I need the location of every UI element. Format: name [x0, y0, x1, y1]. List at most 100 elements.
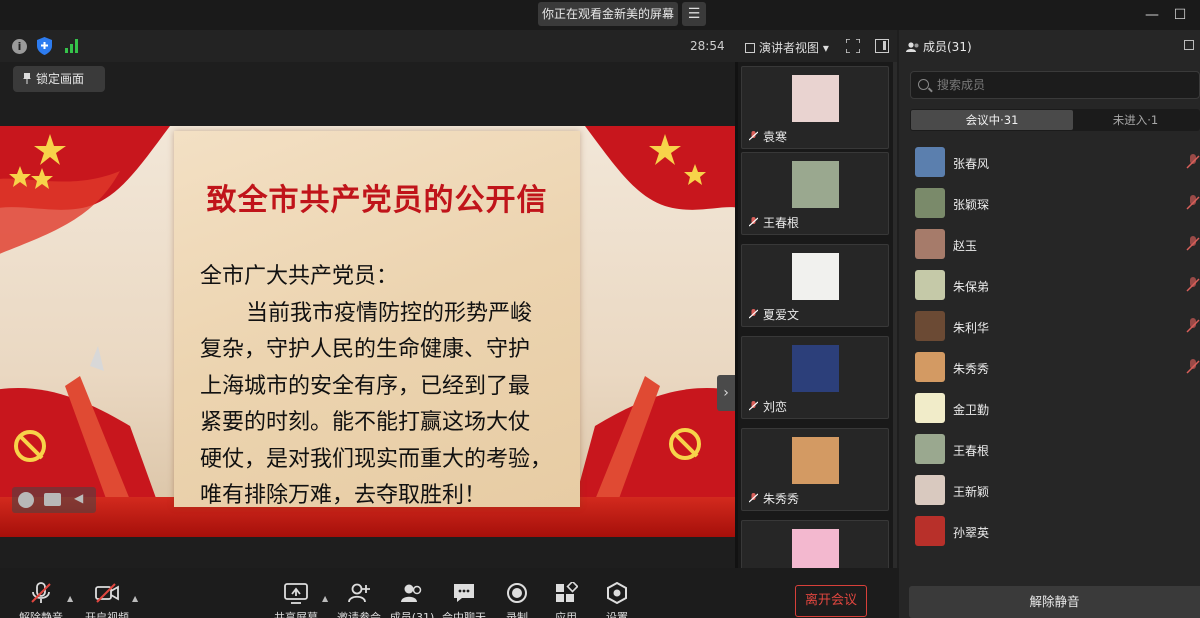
presenter-bar: 演讲者视图 ▾ [735, 30, 897, 62]
mic-muted-icon[interactable] [1186, 359, 1200, 375]
mic-muted-icon[interactable] [1186, 154, 1200, 170]
video-column: 袁寒 王春根 夏爱文 刘恋 朱秀秀 [738, 62, 897, 568]
tab-not-joined[interactable]: 未进入·1 [1073, 110, 1198, 130]
participant-name: 朱秀秀 [763, 492, 800, 506]
members-panel: 成员(31) 会议中·31 未进入·1 张春风 张颖琛 赵玉 朱保弟 朱利华 朱… [899, 30, 1200, 618]
reaction-overlay: ◀ [12, 487, 96, 513]
mic-muted-icon [749, 131, 758, 141]
list-item[interactable]: 张春风 [899, 142, 1200, 183]
video-tile[interactable]: 刘恋 [741, 336, 889, 419]
chat-button[interactable]: 会中聊天 [441, 582, 487, 618]
share-screen-button[interactable]: 共享屏幕 [273, 582, 319, 618]
member-search[interactable] [910, 71, 1200, 99]
members-button[interactable]: 成员(31) [389, 582, 435, 618]
avatar [915, 147, 945, 177]
pin-icon [23, 73, 31, 84]
share-menu-icon[interactable]: ☰ [682, 2, 706, 26]
tab-in-meeting[interactable]: 会议中·31 [911, 110, 1073, 130]
unmute-all-button[interactable]: 解除静音 [909, 586, 1200, 618]
settings-button[interactable]: 设置 [594, 582, 640, 618]
panel-title: 成员(31) [923, 40, 972, 54]
video-options-icon[interactable]: ▲ [132, 594, 138, 603]
avatar [915, 475, 945, 505]
share-options-icon[interactable]: ▲ [322, 594, 328, 603]
list-item[interactable]: 王春根 [899, 429, 1200, 470]
sidebar-toggle-icon[interactable] [875, 39, 889, 53]
participant-name: 夏爱文 [763, 308, 800, 322]
settings-label: 设置 [606, 611, 628, 618]
network-signal-icon[interactable] [64, 39, 80, 53]
member-tabs: 会议中·31 未进入·1 [910, 109, 1200, 131]
video-tile[interactable] [741, 520, 889, 568]
letter-line: 复杂，守护人民的生命健康、守护 [200, 337, 531, 362]
video-tile[interactable]: 朱秀秀 [741, 428, 889, 511]
share-status-label: 你正在观看金新美的屏幕 [538, 2, 678, 26]
member-name: 张春风 [953, 157, 990, 171]
mic-muted-icon[interactable] [1186, 277, 1200, 293]
letter-title: 致全市共产党员的公开信 [206, 183, 548, 218]
audio-options-icon[interactable]: ▲ [67, 594, 73, 603]
lock-view-label: 锁定画面 [36, 72, 85, 86]
unmute-label: 解除静音 [19, 611, 63, 618]
list-item[interactable]: 赵玉 [899, 224, 1200, 265]
avatar [915, 434, 945, 464]
mic-muted-icon[interactable] [1186, 236, 1200, 252]
letter-body: 全市广大共产党员： 当前我市疫情防控的形势严峻 复杂，守护人民的生命健康、守护 … [200, 259, 570, 515]
member-name: 金卫勤 [953, 403, 990, 417]
record-label: 录制 [506, 611, 528, 618]
avatar [792, 161, 839, 208]
popout-icon[interactable] [1184, 40, 1194, 50]
add-user-icon [348, 583, 370, 603]
list-item[interactable]: 张颖琛 [899, 183, 1200, 224]
invite-label: 邀请参会 [337, 611, 381, 618]
unmute-button[interactable]: 解除静音 [18, 582, 64, 618]
member-name: 孙翠英 [953, 526, 990, 540]
avatar [915, 352, 945, 382]
collapse-left-icon[interactable]: ◀ [74, 491, 83, 505]
video-tile[interactable]: 王春根 [741, 152, 889, 235]
emoji-icon[interactable] [18, 492, 34, 508]
video-column-scrollbar[interactable] [893, 62, 897, 568]
member-name: 王春根 [953, 444, 990, 458]
party-flag-right-image [565, 126, 735, 537]
list-item[interactable]: 朱秀秀 [899, 347, 1200, 388]
meeting-timer: 28:54 [690, 39, 725, 53]
start-video-button[interactable]: 开启视频 [84, 582, 130, 618]
security-shield-icon[interactable] [37, 37, 52, 55]
leave-meeting-button[interactable]: 离开会议 [795, 585, 867, 617]
members-icon [401, 584, 422, 602]
layout-icon [745, 43, 755, 53]
record-icon [507, 583, 527, 603]
minimize-icon[interactable]: — [1143, 6, 1161, 24]
expand-handle-icon[interactable]: › [717, 375, 735, 411]
mic-muted-icon[interactable] [1186, 195, 1200, 211]
mic-muted-icon [749, 217, 758, 227]
video-tile[interactable]: 夏爱文 [741, 244, 889, 327]
presenter-view-dropdown[interactable]: 演讲者视图 ▾ [745, 39, 829, 56]
letter-line: 硬仗，是对我们现实而重大的考验， [200, 446, 553, 472]
apps-label: 应用 [555, 611, 577, 618]
chat-bubble-icon[interactable] [44, 493, 61, 506]
list-item[interactable]: 金卫勤 [899, 388, 1200, 429]
party-flag-left-image [0, 126, 170, 537]
apps-button[interactable]: 应用 [543, 582, 589, 618]
lock-view-button[interactable]: 锁定画面 [13, 66, 105, 92]
record-button[interactable]: 录制 [494, 582, 540, 618]
member-search-input[interactable] [937, 76, 1177, 94]
invite-button[interactable]: 邀请参会 [336, 582, 382, 618]
list-item[interactable]: 王新颖 [899, 470, 1200, 511]
list-item[interactable]: 朱利华 [899, 306, 1200, 347]
info-icon[interactable]: i [12, 39, 27, 54]
avatar [792, 437, 839, 484]
list-item[interactable]: 孙翠英 [899, 511, 1200, 552]
maximize-icon[interactable]: ☐ [1171, 6, 1189, 24]
avatar [915, 393, 945, 423]
share-screen-icon [284, 583, 308, 604]
list-item[interactable]: 朱保弟 [899, 265, 1200, 306]
video-tile[interactable]: 袁寒 [741, 66, 889, 149]
fullscreen-icon[interactable] [846, 39, 860, 53]
avatar [915, 229, 945, 259]
letter-line: 当前我市疫情防控的形势严峻 [246, 300, 533, 326]
participant-name: 刘恋 [763, 400, 788, 414]
mic-muted-icon[interactable] [1186, 318, 1200, 334]
